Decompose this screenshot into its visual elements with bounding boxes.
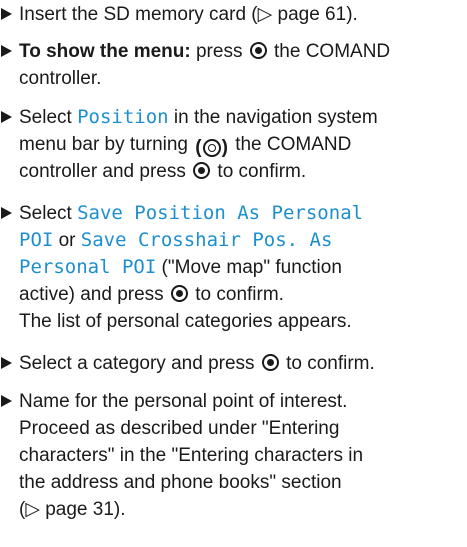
- step-select-category: Select a category and press to confirm.: [0, 350, 464, 377]
- step-select-position: Select Position in the navigation system…: [0, 104, 464, 185]
- step-line: Name for the personal point of interest.: [19, 391, 348, 412]
- triangle-bullet-icon: [1, 395, 12, 407]
- step-line: To show the menu: press the COMAND: [19, 41, 391, 62]
- step-line: menu bar by turning () the COMAND: [19, 134, 352, 158]
- step-line: Select a category and press to confirm.: [19, 353, 375, 374]
- step-line: POI or Save Crosshair Pos. As: [19, 229, 333, 251]
- step-heading: To show the menu:: [19, 41, 191, 62]
- triangle-bullet-icon: [1, 8, 12, 20]
- triangle-bullet-icon: [1, 111, 12, 123]
- triangle-bullet-icon: [1, 207, 12, 219]
- step-line: active) and press to confirm.: [19, 284, 284, 305]
- menu-item-position: Position: [77, 106, 169, 128]
- step-line: The list of personal categories appears.: [19, 311, 352, 332]
- controller-press-icon: [261, 354, 279, 371]
- menu-item-save-crosshair: Save Crosshair Pos. As: [80, 229, 333, 251]
- step-show-menu: To show the menu: press the COMAND contr…: [0, 38, 464, 92]
- step-line: characters" in the "Entering characters …: [19, 445, 364, 466]
- controller-turn-icon: (): [195, 137, 228, 158]
- step-line: the address and phone books" section: [19, 472, 342, 493]
- controller-press-icon: [170, 285, 188, 302]
- step-name-poi: Name for the personal point of interest.…: [0, 388, 464, 523]
- step-line: controller.: [19, 68, 102, 89]
- controller-press-icon: [249, 42, 267, 59]
- step-line: Insert the SD memory card (▷ page 61).: [19, 4, 358, 25]
- menu-item-save-position: Save Position As Personal: [77, 202, 364, 224]
- instruction-page: Insert the SD memory card (▷ page 61). T…: [0, 0, 467, 547]
- step-line: Select Position in the navigation system: [19, 106, 378, 128]
- step-line: Personal POI ("Move map" function: [19, 256, 342, 278]
- controller-press-icon: [193, 162, 211, 179]
- step-save-position: Select Save Position As Personal POI or …: [0, 200, 464, 335]
- page-reference[interactable]: (▷ page 31).: [19, 496, 464, 523]
- step-line: Proceed as described under "Entering: [19, 418, 340, 439]
- step-line: controller and press to confirm.: [19, 161, 307, 182]
- triangle-bullet-icon: [1, 45, 12, 57]
- page-reference[interactable]: ▷ page 61: [258, 4, 347, 25]
- step-line: Select Save Position As Personal: [19, 202, 364, 224]
- step-insert-sd: Insert the SD memory card (▷ page 61).: [0, 1, 464, 28]
- triangle-bullet-icon: [1, 357, 12, 369]
